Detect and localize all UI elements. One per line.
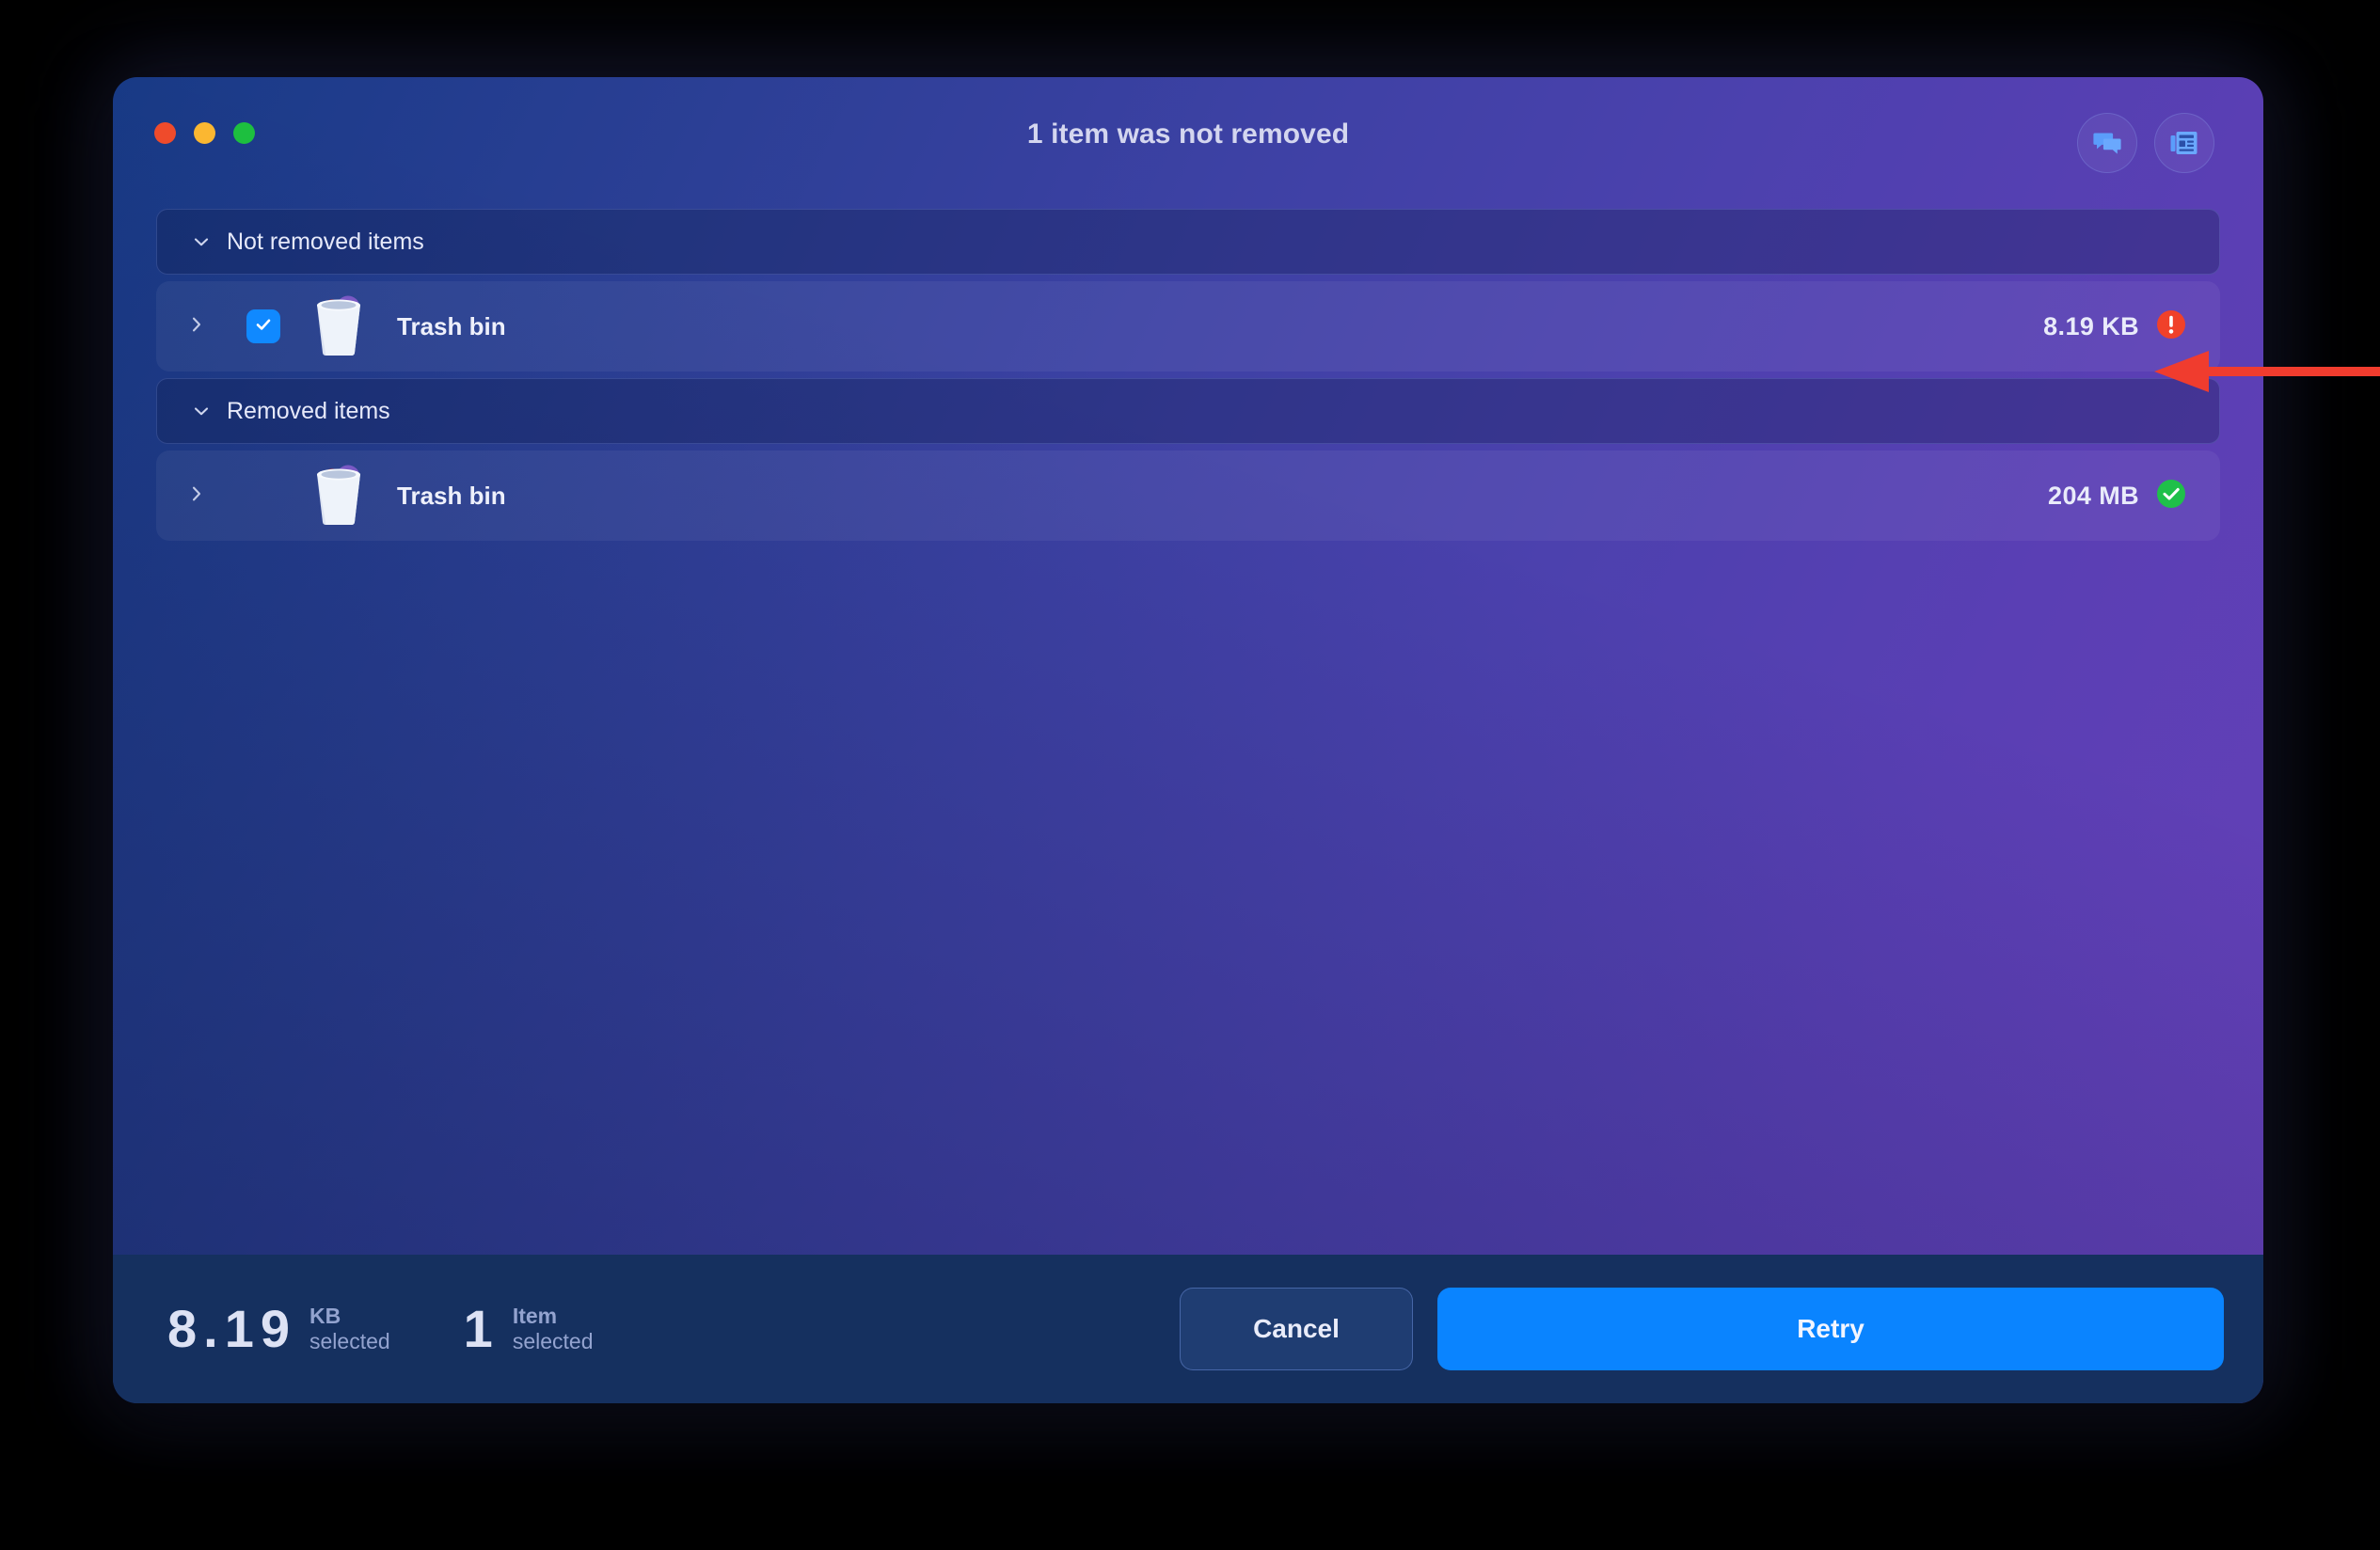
section-label: Not removed items: [227, 228, 424, 255]
status-badge-error: [2156, 309, 2186, 344]
newspaper-icon: [2169, 128, 2199, 158]
section-header-removed[interactable]: Removed items: [156, 378, 2220, 444]
status-badge-success: [2156, 479, 2186, 514]
items-list: Not removed items Trash bin 8.19 KB Remo…: [113, 188, 2263, 1255]
expand-row-button[interactable]: [156, 314, 237, 340]
row-checkbox-slot: [237, 309, 290, 343]
news-button[interactable]: [2154, 113, 2214, 173]
row-checkbox[interactable]: [246, 309, 280, 343]
trash-bin-icon: [303, 289, 374, 365]
count-selected-value: 1: [463, 1299, 500, 1358]
section-label: Removed items: [227, 397, 390, 424]
size-selected-value: 8.19: [167, 1299, 296, 1358]
chat-bubbles-icon: [2092, 128, 2122, 158]
section-header-not-removed[interactable]: Not removed items: [156, 209, 2220, 275]
feedback-button[interactable]: [2077, 113, 2137, 173]
chevron-right-icon: [186, 314, 207, 340]
item-size: 204 MB: [2048, 481, 2139, 510]
count-selected-unit: Item: [512, 1303, 558, 1328]
size-selected-unit: KB: [309, 1303, 341, 1328]
chevron-down-icon: [191, 231, 212, 252]
item-size: 8.19 KB: [2043, 311, 2139, 340]
titlebar-actions: [2077, 113, 2214, 173]
footer-bar: 8.19 KB selected 1 Item selected Cancel …: [113, 1255, 2263, 1403]
table-row[interactable]: Trash bin 204 MB: [156, 451, 2220, 541]
cancel-button[interactable]: Cancel: [1180, 1288, 1413, 1370]
size-selected-label: KB selected: [309, 1304, 390, 1354]
count-selected-label: Item selected: [513, 1304, 594, 1354]
size-selected-stat: 8.19 KB selected: [167, 1303, 390, 1355]
chevron-right-icon: [186, 483, 207, 509]
app-window: 1 item was not removed Not removed items…: [113, 77, 2263, 1403]
retry-button[interactable]: Retry: [1437, 1288, 2224, 1370]
success-check-icon: [2156, 479, 2186, 514]
item-name: Trash bin: [397, 481, 506, 510]
error-icon: [2156, 309, 2186, 344]
row-icon-slot: [290, 289, 388, 365]
row-icon-slot: [290, 458, 388, 534]
annotation-arrow-icon: [2154, 349, 2380, 394]
count-selected-stat: 1 Item selected: [464, 1303, 594, 1355]
count-selected-sub: selected: [512, 1329, 594, 1353]
size-selected-sub: selected: [309, 1329, 390, 1353]
trash-bin-icon: [303, 458, 374, 534]
page-title: 1 item was not removed: [1026, 119, 1350, 150]
item-name: Trash bin: [397, 311, 506, 340]
expand-row-button[interactable]: [156, 483, 237, 509]
screenshot-stage: 1 item was not removed Not removed items…: [0, 0, 2380, 1550]
table-row[interactable]: Trash bin 8.19 KB: [156, 281, 2220, 372]
chevron-down-icon: [191, 401, 212, 421]
titlebar: 1 item was not removed: [113, 77, 2263, 188]
check-icon: [253, 314, 274, 340]
